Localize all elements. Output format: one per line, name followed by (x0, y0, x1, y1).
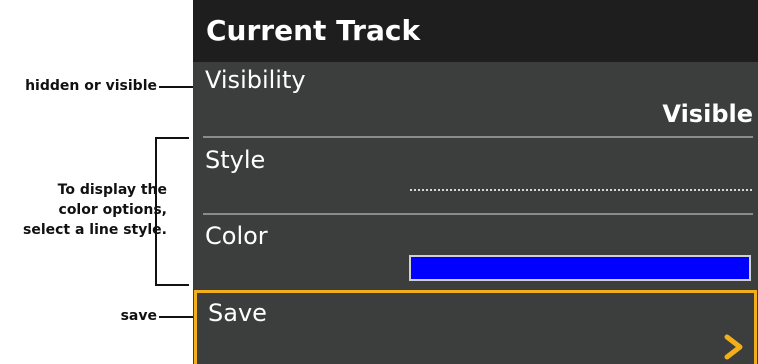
annotation-line-1: To display the (57, 182, 167, 198)
annotation-line-2: color options, (58, 202, 167, 218)
line-style-preview[interactable] (410, 189, 752, 191)
chevron-right-icon (724, 334, 743, 360)
annotation-save: save (120, 308, 157, 324)
style-label[interactable]: Style (205, 146, 265, 174)
color-swatch[interactable] (409, 255, 751, 281)
save-button[interactable]: Save (194, 290, 757, 364)
color-label[interactable]: Color (205, 222, 268, 250)
bracket-top (155, 137, 189, 139)
divider (203, 213, 753, 215)
save-label: Save (208, 299, 267, 327)
annotation-style-color: To display the color options, select a l… (0, 180, 167, 240)
annotation-line-3: select a line style. (22, 222, 167, 238)
menu-header: Current Track (193, 0, 758, 62)
annotation-visibility: hidden or visible (25, 78, 157, 94)
bracket-bottom (155, 284, 189, 286)
page-title: Current Track (206, 14, 421, 47)
current-track-menu: Current Track Visibility Visible Style C… (193, 0, 758, 364)
divider (203, 136, 753, 138)
visibility-value[interactable]: Visible (662, 100, 753, 128)
visibility-label[interactable]: Visibility (205, 66, 306, 94)
bracket-vertical (155, 137, 157, 286)
